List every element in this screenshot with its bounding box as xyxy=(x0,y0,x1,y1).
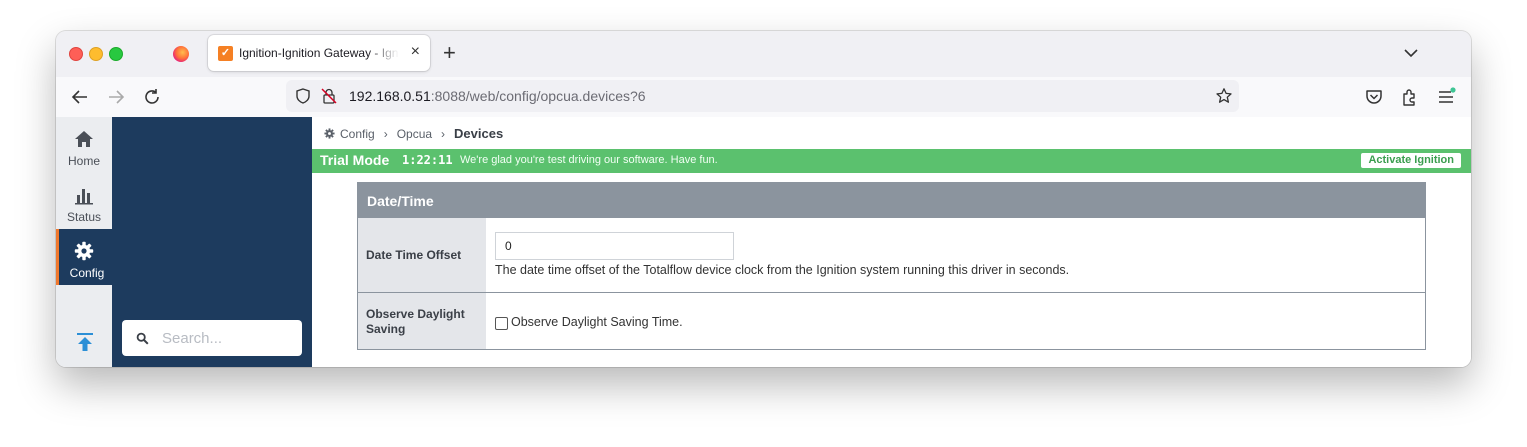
nav-label-config: Config xyxy=(69,266,105,280)
breadcrumb: Config › Opcua › Devices xyxy=(324,126,503,141)
breadcrumb-chevron-icon: › xyxy=(441,126,446,141)
page-content: Home Status Config Search... Config › Op… xyxy=(56,117,1471,367)
bar-chart-icon xyxy=(75,189,93,205)
section-header: Date/Time xyxy=(358,183,1425,218)
extensions-puzzle-icon[interactable] xyxy=(1399,86,1421,108)
breadcrumb-current: Devices xyxy=(454,126,504,141)
zoom-window-button[interactable] xyxy=(109,47,123,61)
breadcrumb-gear-icon xyxy=(324,128,335,139)
observe-daylight-saving-label[interactable]: Observe Daylight Saving Time. xyxy=(511,315,683,329)
tab-strip: ✓ Ignition-Ignition Gateway - Ignition ×… xyxy=(56,31,1471,77)
nav-item-config[interactable]: Config xyxy=(56,229,112,285)
search-icon xyxy=(136,332,149,345)
nav-label-status: Status xyxy=(66,210,102,224)
insecure-lock-icon[interactable] xyxy=(320,87,338,105)
tab-close-icon[interactable]: × xyxy=(411,43,420,61)
pocket-icon[interactable] xyxy=(1363,86,1385,108)
url-path: :8088/web/config/opcua.devices?6 xyxy=(430,88,646,104)
trial-mode-banner: Trial Mode 1:22:11 We're glad you're tes… xyxy=(312,149,1471,173)
gear-icon xyxy=(74,241,94,261)
field-label-cell: Date Time Offset xyxy=(358,218,486,292)
search-placeholder: Search... xyxy=(162,330,223,347)
tab-title: Ignition-Ignition Gateway - Ignition xyxy=(239,46,399,60)
primary-nav-bar: Home Status Config xyxy=(56,117,112,367)
reload-icon[interactable] xyxy=(141,86,163,108)
form-row-observe-daylight-saving: Observe Daylight Saving Observe Daylight… xyxy=(358,293,1425,349)
ignition-favicon-icon: ✓ xyxy=(218,46,233,61)
observe-daylight-saving-checkbox[interactable] xyxy=(495,317,508,330)
main-area: Config › Opcua › Devices Trial Mode 1:22… xyxy=(312,117,1471,367)
app-menu-hamburger-icon[interactable] xyxy=(1435,86,1457,108)
tracking-protection-shield-icon[interactable] xyxy=(294,87,312,105)
trial-mode-label: Trial Mode xyxy=(320,152,390,168)
field-label-line-2: Saving xyxy=(366,322,406,336)
home-icon xyxy=(75,131,93,147)
new-tab-button[interactable]: + xyxy=(443,42,456,64)
browser-window: ✓ Ignition-Ignition Gateway - Ignition ×… xyxy=(56,31,1471,367)
search-input[interactable]: Search... xyxy=(122,320,302,356)
field-label-line-1: Observe Daylight xyxy=(366,307,465,321)
field-label-observe-daylight-saving: Observe Daylight Saving xyxy=(366,307,465,337)
nav-item-home[interactable]: Home xyxy=(56,117,112,173)
browser-tab[interactable]: ✓ Ignition-Ignition Gateway - Ignition × xyxy=(208,35,430,71)
navigation-toolbar: 192.168.0.51:8088/web/config/opcua.devic… xyxy=(56,77,1471,118)
section-title: Date/Time xyxy=(367,193,434,209)
nav-label-home: Home xyxy=(67,154,100,168)
url-bar[interactable]: 192.168.0.51:8088/web/config/opcua.devic… xyxy=(286,80,1239,112)
firefox-icon[interactable] xyxy=(173,46,189,62)
forward-arrow-icon[interactable] xyxy=(105,86,127,108)
field-label-date-time-offset: Date Time Offset xyxy=(366,248,462,262)
bookmark-star-icon[interactable] xyxy=(1215,87,1233,105)
back-arrow-icon[interactable] xyxy=(69,86,91,108)
trial-countdown: 1:22:11 xyxy=(402,153,453,167)
settings-form-section: Date/Time Date Time Offset 0 The date ti… xyxy=(357,182,1426,350)
close-window-button[interactable] xyxy=(69,47,83,61)
breadcrumb-chevron-icon: › xyxy=(383,126,388,141)
date-time-offset-help: The date time offset of the Totalflow de… xyxy=(495,263,1070,277)
trial-message: We're glad you're test driving our softw… xyxy=(460,154,718,166)
url-text[interactable]: 192.168.0.51:8088/web/config/opcua.devic… xyxy=(349,88,646,104)
minimize-window-button[interactable] xyxy=(89,47,103,61)
activate-ignition-button[interactable]: Activate Ignition xyxy=(1361,153,1461,168)
field-label-cell: Observe Daylight Saving xyxy=(358,293,486,349)
form-row-date-time-offset: Date Time Offset 0 The date time offset … xyxy=(358,218,1425,293)
nav-item-status[interactable]: Status xyxy=(56,173,112,229)
list-all-tabs-chevron-icon[interactable] xyxy=(1401,43,1421,63)
breadcrumb-config-link[interactable]: Config xyxy=(340,127,375,141)
secondary-nav-panel: Search... xyxy=(112,117,312,367)
date-time-offset-input[interactable]: 0 xyxy=(495,232,734,260)
url-host: 192.168.0.51 xyxy=(349,88,431,104)
collapse-up-arrow-icon[interactable] xyxy=(74,331,96,353)
breadcrumb-opcua-link[interactable]: Opcua xyxy=(397,127,432,141)
